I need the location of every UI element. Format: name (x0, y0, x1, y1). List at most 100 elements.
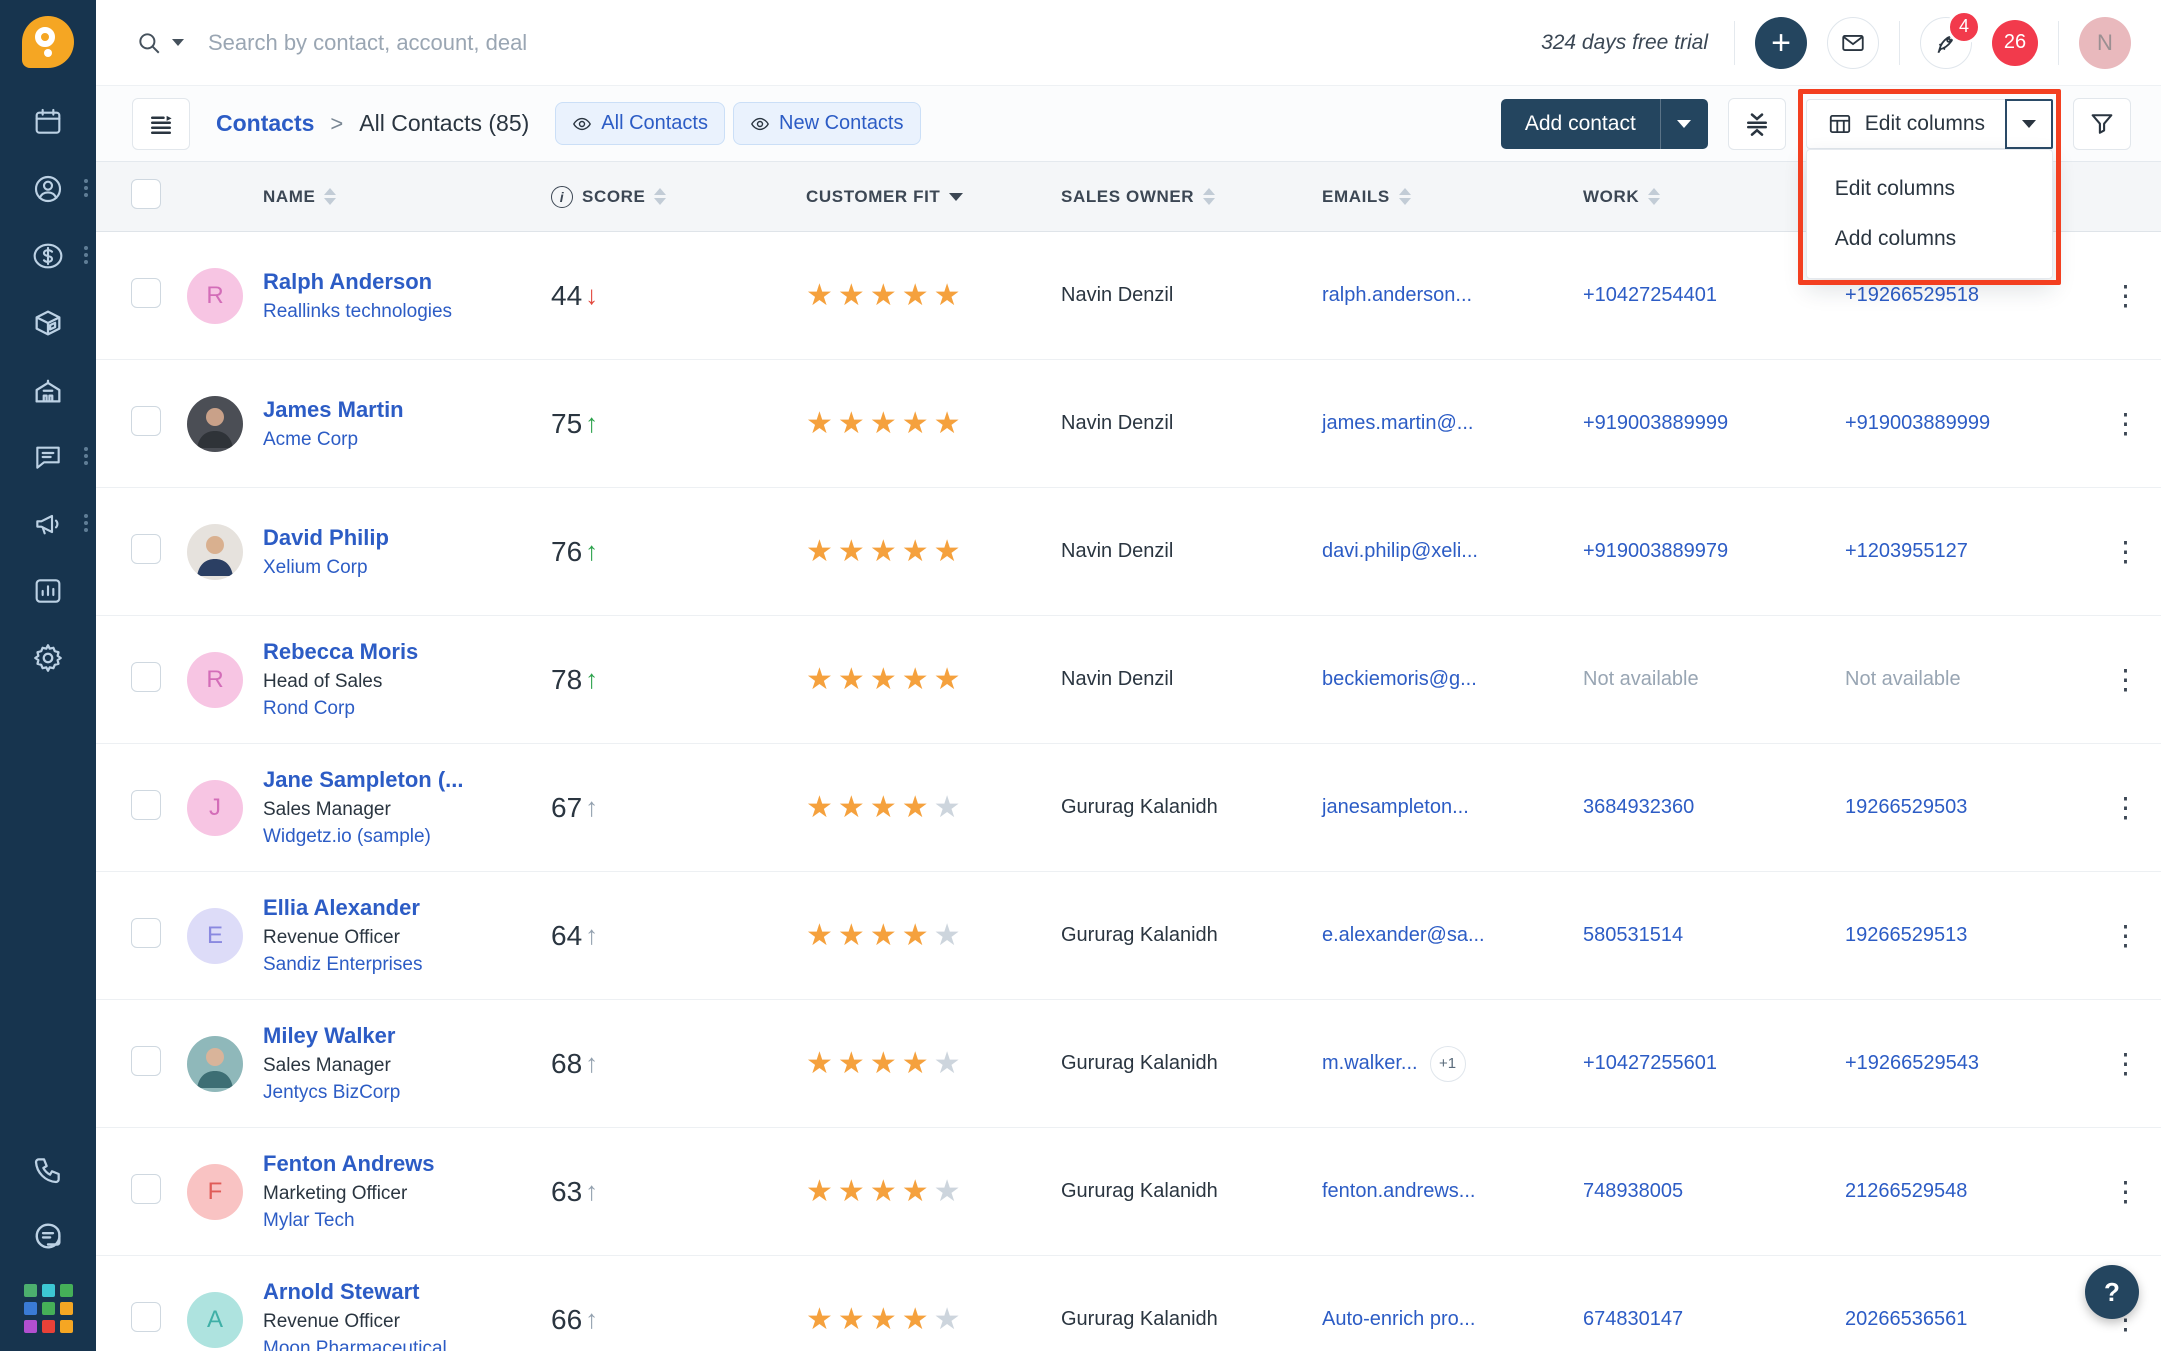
sort-icon[interactable] (654, 188, 667, 205)
row-checkbox[interactable] (131, 1302, 161, 1332)
contact-name-link[interactable]: Fenton Andrews (263, 1148, 551, 1180)
row-checkbox[interactable] (131, 534, 161, 564)
sort-desc-icon[interactable] (949, 192, 964, 201)
column-header-customer-fit[interactable]: CUSTOMER FIT (806, 187, 1061, 207)
row-actions-menu[interactable]: ⋮ (2102, 1049, 2150, 1078)
breadcrumb-contacts-link[interactable]: Contacts (216, 110, 314, 137)
help-button[interactable]: ? (2085, 1265, 2139, 1319)
notification-count-badge[interactable]: 26 (1992, 19, 2038, 66)
sort-icon[interactable] (1648, 188, 1661, 205)
contact-avatar[interactable]: J (187, 779, 243, 836)
contact-name-link[interactable]: Arnold Stewart (263, 1276, 551, 1308)
work-number-link[interactable]: +919003889999 (1583, 412, 1728, 434)
row-actions-menu[interactable]: ⋮ (2102, 409, 2150, 438)
sidebar-item-campaigns[interactable] (30, 506, 88, 542)
sidebar-item-contacts[interactable] (30, 171, 88, 207)
edit-columns-button[interactable]: Edit columns (1805, 98, 2005, 149)
collapse-rows-button[interactable] (1727, 97, 1786, 150)
row-checkbox[interactable] (131, 1046, 161, 1076)
add-contact-button[interactable]: Add contact (1500, 98, 1660, 149)
contact-name-link[interactable]: Jane Sampleton (... (263, 764, 551, 796)
dropdown-item-add-columns[interactable]: Add columns (1807, 214, 2052, 264)
whats-new-button[interactable]: 4 (1920, 9, 1981, 69)
mobile-number-link[interactable]: +919003889999 (1845, 412, 1990, 434)
filter-button[interactable] (2073, 97, 2131, 150)
column-header-sales-owner[interactable]: SALES OWNER (1061, 187, 1322, 207)
contact-company-link[interactable]: Mylar Tech (263, 1207, 551, 1235)
sidebar-item-phone[interactable] (30, 1152, 66, 1188)
email-link[interactable]: fenton.andrews... (1322, 1180, 1475, 1203)
column-header-name[interactable]: NAME (263, 187, 551, 207)
contact-company-link[interactable]: Jentycs BizCorp (263, 1079, 551, 1107)
row-actions-menu[interactable]: ⋮ (2102, 665, 2150, 694)
contact-avatar[interactable]: F (187, 1163, 243, 1220)
row-actions-menu[interactable]: ⋮ (2102, 281, 2150, 310)
sidebar-item-products[interactable] (30, 305, 66, 341)
more-emails-chip[interactable]: +1 (1429, 1045, 1466, 1082)
view-pill-new-contacts[interactable]: New Contacts (733, 102, 921, 145)
contact-avatar[interactable]: R (187, 267, 243, 324)
sidebar-item-calendar[interactable] (30, 104, 66, 140)
search-input[interactable] (208, 29, 848, 56)
add-contact-caret-button[interactable] (1659, 98, 1708, 149)
sidebar-item-deals[interactable] (30, 238, 88, 274)
sidebar-item-accounts[interactable] (30, 372, 66, 408)
contact-company-link[interactable]: Xelium Corp (263, 554, 551, 582)
contact-photo-avatar[interactable] (187, 395, 243, 452)
email-link[interactable]: james.martin@... (1322, 412, 1473, 435)
work-number-link[interactable]: 748938005 (1583, 1180, 1683, 1202)
work-number-link[interactable]: 3684932360 (1583, 796, 1694, 818)
contact-company-link[interactable]: Sandiz Enterprises (263, 951, 551, 979)
work-number-link[interactable]: 580531514 (1583, 924, 1683, 946)
email-link[interactable]: davi.philip@xeli... (1322, 540, 1478, 563)
conversations-menu-dots-icon[interactable] (84, 447, 88, 465)
row-checkbox[interactable] (131, 790, 161, 820)
select-all-checkbox[interactable] (131, 179, 161, 209)
sort-icon[interactable] (1398, 188, 1411, 205)
contact-company-link[interactable]: Acme Corp (263, 426, 551, 454)
contact-photo-avatar[interactable] (187, 523, 243, 580)
contact-name-link[interactable]: Miley Walker (263, 1020, 551, 1052)
work-number-link[interactable]: +10427254401 (1583, 284, 1717, 306)
sort-icon[interactable] (1203, 188, 1216, 205)
email-link[interactable]: e.alexander@sa... (1322, 924, 1485, 947)
email-button[interactable] (1827, 16, 1879, 69)
sort-icon[interactable] (324, 188, 337, 205)
column-header-emails[interactable]: EMAILS (1322, 187, 1583, 207)
contacts-menu-dots-icon[interactable] (84, 179, 88, 197)
sidebar-item-conversations[interactable] (30, 439, 88, 475)
sidebar-item-settings[interactable] (30, 640, 66, 676)
app-switcher-grid-icon[interactable] (23, 1284, 73, 1333)
contact-name-link[interactable]: David Philip (263, 522, 551, 554)
row-checkbox[interactable] (131, 918, 161, 948)
contact-avatar[interactable]: E (187, 907, 243, 964)
sidebar-item-analytics[interactable] (30, 573, 66, 609)
email-link[interactable]: ralph.anderson... (1322, 284, 1472, 307)
mobile-number-link[interactable]: 20266536561 (1845, 1308, 1967, 1330)
email-link[interactable]: m.walker... (1322, 1052, 1418, 1075)
row-actions-menu[interactable]: ⋮ (2102, 1177, 2150, 1206)
freshworks-logo-icon[interactable] (22, 16, 74, 68)
contact-company-link[interactable]: Reallinks technologies (263, 298, 551, 326)
mobile-number-link[interactable]: 19266529513 (1845, 924, 1967, 946)
row-actions-menu[interactable]: ⋮ (2102, 921, 2150, 950)
column-header-score[interactable]: i SCORE (551, 185, 806, 208)
row-actions-menu[interactable]: ⋮ (2102, 793, 2150, 822)
row-checkbox[interactable] (131, 406, 161, 436)
view-pill-all-contacts[interactable]: All Contacts (555, 102, 725, 145)
row-checkbox[interactable] (131, 662, 161, 692)
contact-photo-avatar[interactable] (187, 1035, 243, 1092)
edit-columns-caret-button[interactable] (2005, 98, 2053, 149)
contact-name-link[interactable]: James Martin (263, 394, 551, 426)
contact-avatar[interactable]: A (187, 1291, 243, 1348)
dropdown-item-edit-columns[interactable]: Edit columns (1807, 164, 2052, 214)
contact-name-link[interactable]: Rebecca Moris (263, 636, 551, 668)
email-link[interactable]: beckiemoris@g... (1322, 668, 1477, 691)
quick-add-button[interactable]: + (1755, 16, 1807, 69)
mobile-number-link[interactable]: 19266529503 (1845, 796, 1967, 818)
contact-company-link[interactable]: Widgetz.io (sample) (263, 823, 551, 851)
contact-name-link[interactable]: Ellia Alexander (263, 892, 551, 924)
user-avatar[interactable]: N (2079, 16, 2131, 69)
sidebar-item-chat-support[interactable] (30, 1218, 66, 1254)
row-checkbox[interactable] (131, 278, 161, 308)
